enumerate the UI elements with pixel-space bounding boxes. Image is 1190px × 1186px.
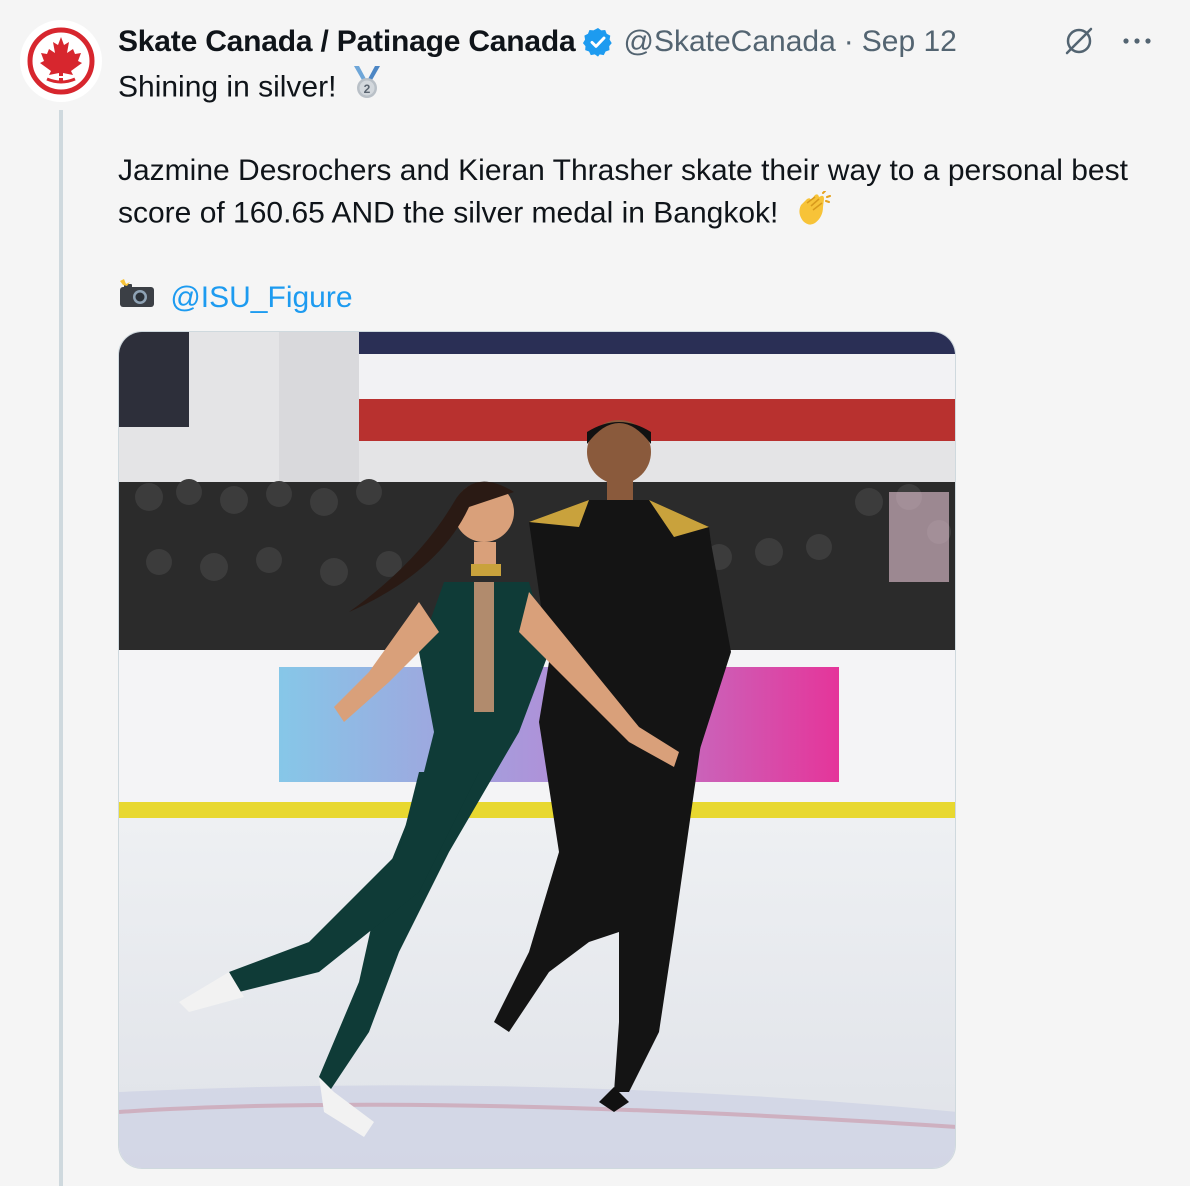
more-icon[interactable] — [1120, 24, 1154, 63]
clapping-hands-icon — [793, 190, 833, 238]
separator-dot: · — [843, 25, 854, 58]
tweet-header: Skate Canada / Patinage Canada @SkateCan… — [118, 20, 957, 64]
tweet-text-line: Jazmine Desrochers and Kieran Thrasher s… — [118, 154, 1128, 187]
tweet-line-2: Jazmine Desrochers and Kieran Thrasher s… — [118, 151, 1168, 191]
display-name[interactable]: Skate Canada / Patinage Canada — [118, 25, 576, 59]
tweet-line-3: score of 160.65 AND the silver medal in … — [118, 190, 1168, 238]
svg-text:2: 2 — [363, 82, 370, 96]
thread-line — [59, 110, 63, 1186]
tweet-text-line: score of 160.65 AND the silver medal in … — [118, 196, 779, 230]
tweet-line-1: Shining in silver! 2 — [118, 66, 1168, 111]
post-date[interactable]: Sep 12 — [862, 25, 957, 59]
avatar[interactable] — [20, 20, 102, 102]
tweet-photo[interactable] — [118, 331, 956, 1169]
grok-icon[interactable] — [1062, 24, 1096, 63]
verified-badge-icon — [582, 26, 614, 58]
tweet-credit-line: @ISU_Figure — [118, 278, 1168, 320]
tweet-text-line: Shining in silver! — [118, 70, 337, 104]
handle[interactable]: @SkateCanada — [624, 25, 836, 59]
ice-dance-photo — [119, 332, 955, 1168]
camera-flash-icon — [118, 278, 156, 320]
top-actions — [1062, 24, 1154, 63]
mention-link[interactable]: @ISU_Figure — [170, 281, 352, 314]
tweet-body: Shining in silver! 2 Jazmine Desrochers … — [118, 66, 1168, 320]
silver-medal-icon: 2 — [351, 66, 383, 111]
maple-leaf-logo-icon — [27, 27, 95, 95]
